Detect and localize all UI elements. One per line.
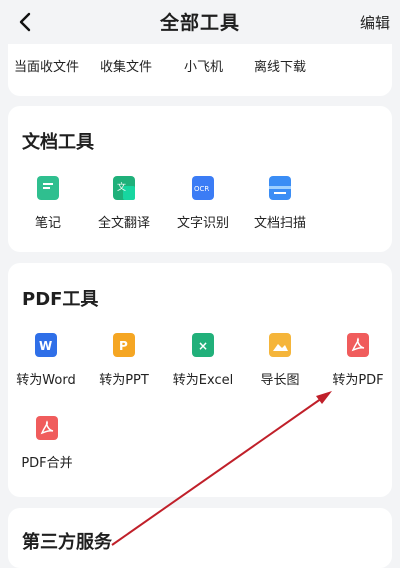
svg-text:W: W [39, 339, 52, 353]
section-title-pdf-tools: PDF工具 [22, 289, 99, 310]
tool-note[interactable]: 笔记 [8, 176, 88, 231]
svg-text:文: 文 [117, 181, 126, 193]
top-bar: 全部工具 编辑 [0, 0, 400, 44]
tool-to-excel[interactable]: × 转为Excel [163, 333, 243, 388]
tool-collect-files[interactable]: 收集文件 [100, 56, 152, 75]
quick-tools-card: 当面收文件 收集文件 小飞机 离线下载 [8, 44, 392, 96]
tool-label: 转为Excel [172, 373, 234, 388]
svg-text:OCR: OCR [194, 185, 209, 193]
tool-face-to-face-receive[interactable]: 当面收文件 [14, 56, 79, 75]
tool-label: 转为Word [16, 373, 76, 388]
scan-icon [269, 176, 291, 200]
tool-to-word[interactable]: W 转为Word [6, 333, 86, 388]
tool-label: 转为PDF [332, 373, 384, 388]
svg-text:P: P [119, 339, 128, 353]
document-tools-card: 文档工具 笔记 文 全文翻译 OCR 文字识别 文档扫描 [8, 106, 392, 252]
ppt-icon: P [113, 333, 135, 357]
word-icon: W [35, 333, 57, 357]
tool-label: 导长图 [260, 373, 300, 388]
tool-label: 转为PPT [99, 373, 149, 388]
tool-label: PDF合并 [21, 456, 73, 471]
tool-ocr[interactable]: OCR 文字识别 [163, 176, 243, 231]
tool-label: 文档扫描 [253, 216, 306, 231]
tool-long-image[interactable]: 导长图 [240, 333, 320, 388]
tool-offline-download[interactable]: 离线下载 [254, 56, 306, 75]
edit-button[interactable]: 编辑 [360, 12, 390, 33]
excel-icon: × [192, 333, 214, 357]
ocr-icon: OCR [192, 176, 214, 200]
tool-doc-scan[interactable]: 文档扫描 [240, 176, 320, 231]
translate-icon: 文 [113, 176, 135, 200]
section-title-document-tools: 文档工具 [22, 132, 94, 153]
tool-to-ppt[interactable]: P 转为PPT [84, 333, 164, 388]
tool-label: 文字识别 [176, 216, 229, 231]
tool-label: 笔记 [34, 216, 61, 231]
pdf-merge-icon [36, 416, 58, 440]
tool-pdf-merge[interactable]: PDF合并 [7, 416, 87, 471]
tool-full-translate[interactable]: 文 全文翻译 [84, 176, 164, 231]
section-title-third-party-services: 第三方服务 [22, 532, 112, 553]
third-party-services-card: 第三方服务 [8, 508, 392, 568]
page-title: 全部工具 [159, 12, 240, 34]
svg-text:×: × [198, 339, 208, 353]
pdf-icon [347, 333, 369, 357]
tool-label: 全文翻译 [97, 216, 150, 231]
tool-to-pdf[interactable]: 转为PDF [318, 333, 398, 388]
long-image-icon [269, 333, 291, 357]
note-icon [37, 176, 59, 200]
tool-small-plane[interactable]: 小飞机 [184, 56, 223, 75]
pdf-tools-card: PDF工具 W 转为Word P 转为PPT × 转为Excel 导长图 转为P… [8, 263, 392, 497]
